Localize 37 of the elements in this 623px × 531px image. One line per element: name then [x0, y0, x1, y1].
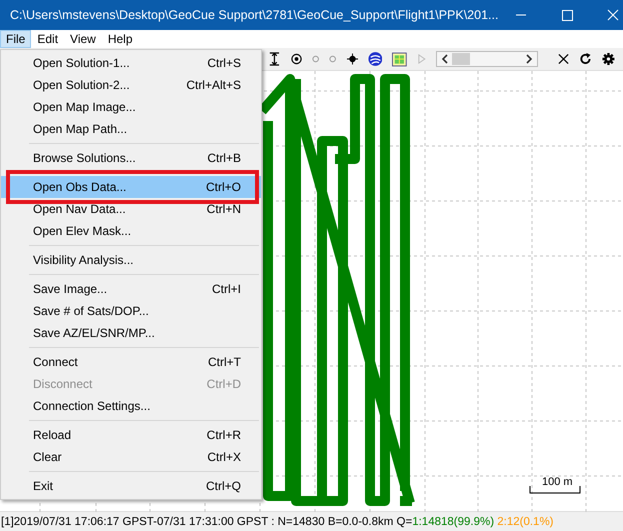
menu-bar-item[interactable]: File — [0, 30, 32, 48]
close-icon[interactable] — [558, 53, 570, 65]
scroll-bar[interactable] — [436, 51, 538, 67]
crosshair-dot-icon[interactable] — [346, 53, 358, 65]
scale-label: 100 m — [542, 476, 573, 488]
menu-item[interactable]: Open Map Path... — [1, 118, 261, 140]
scroll-thumb[interactable] — [452, 53, 470, 65]
menu-bar-item[interactable]: View — [64, 30, 102, 48]
image-icon[interactable] — [392, 52, 408, 66]
menu-item[interactable]: Connection Settings... — [1, 395, 261, 417]
menu-bar-item[interactable]: Help — [102, 30, 139, 48]
menu-item[interactable]: Open Obs Data... Ctrl+O — [1, 176, 261, 198]
menu-item[interactable]: Open Solution-1... Ctrl+S — [1, 52, 261, 74]
window-title: C:\Users\mstevens\Desktop\GeoCue Support\2781\GeoCue_Support\Flight1\PPK\201... — [10, 8, 498, 22]
menu-item[interactable]: Reload Ctrl+R — [1, 424, 261, 446]
menu-item[interactable]: Connect Ctrl+T — [1, 351, 261, 373]
status-text: 2:12(0.1%) — [496, 516, 554, 528]
menu-item[interactable]: Open Elev Mask... — [1, 220, 261, 242]
settings-icon[interactable] — [602, 52, 615, 66]
target-icon[interactable] — [290, 53, 302, 65]
menu-item[interactable]: Save AZ/EL/SNR/MP... — [1, 322, 261, 344]
menu-item[interactable]: Browse Solutions... Ctrl+B — [1, 147, 261, 169]
menu-item[interactable]: Save # of Sats/DOP... — [1, 300, 261, 322]
menu-item[interactable]: Visibility Analysis... — [1, 249, 261, 271]
vertical-fit-icon[interactable] — [268, 51, 281, 67]
menu-item[interactable]: Open Solution-2... Ctrl+Alt+S — [1, 74, 261, 96]
status-text: 1:14818(99.9%) — [412, 516, 494, 528]
status-text: [1]2019/07/31 17:06:17 GPST-07/31 17:31:00 GPST : N=14830 B=0.0-0.8km Q= — [1, 516, 412, 528]
menu-item[interactable]: Save Image... Ctrl+I — [1, 278, 261, 300]
globe-icon[interactable] — [368, 51, 382, 67]
menu-item[interactable]: Exit Ctrl+Q — [1, 475, 261, 497]
scale-bar-icon — [530, 486, 580, 494]
menu-item[interactable]: Open Map Image... — [1, 96, 261, 118]
menu-item[interactable]: Clear Ctrl+X — [1, 446, 261, 468]
refresh-icon[interactable] — [579, 52, 592, 66]
menu-item[interactable]: Open Nav Data... Ctrl+N — [1, 198, 261, 220]
menu-bar-item[interactable]: Edit — [31, 30, 64, 48]
